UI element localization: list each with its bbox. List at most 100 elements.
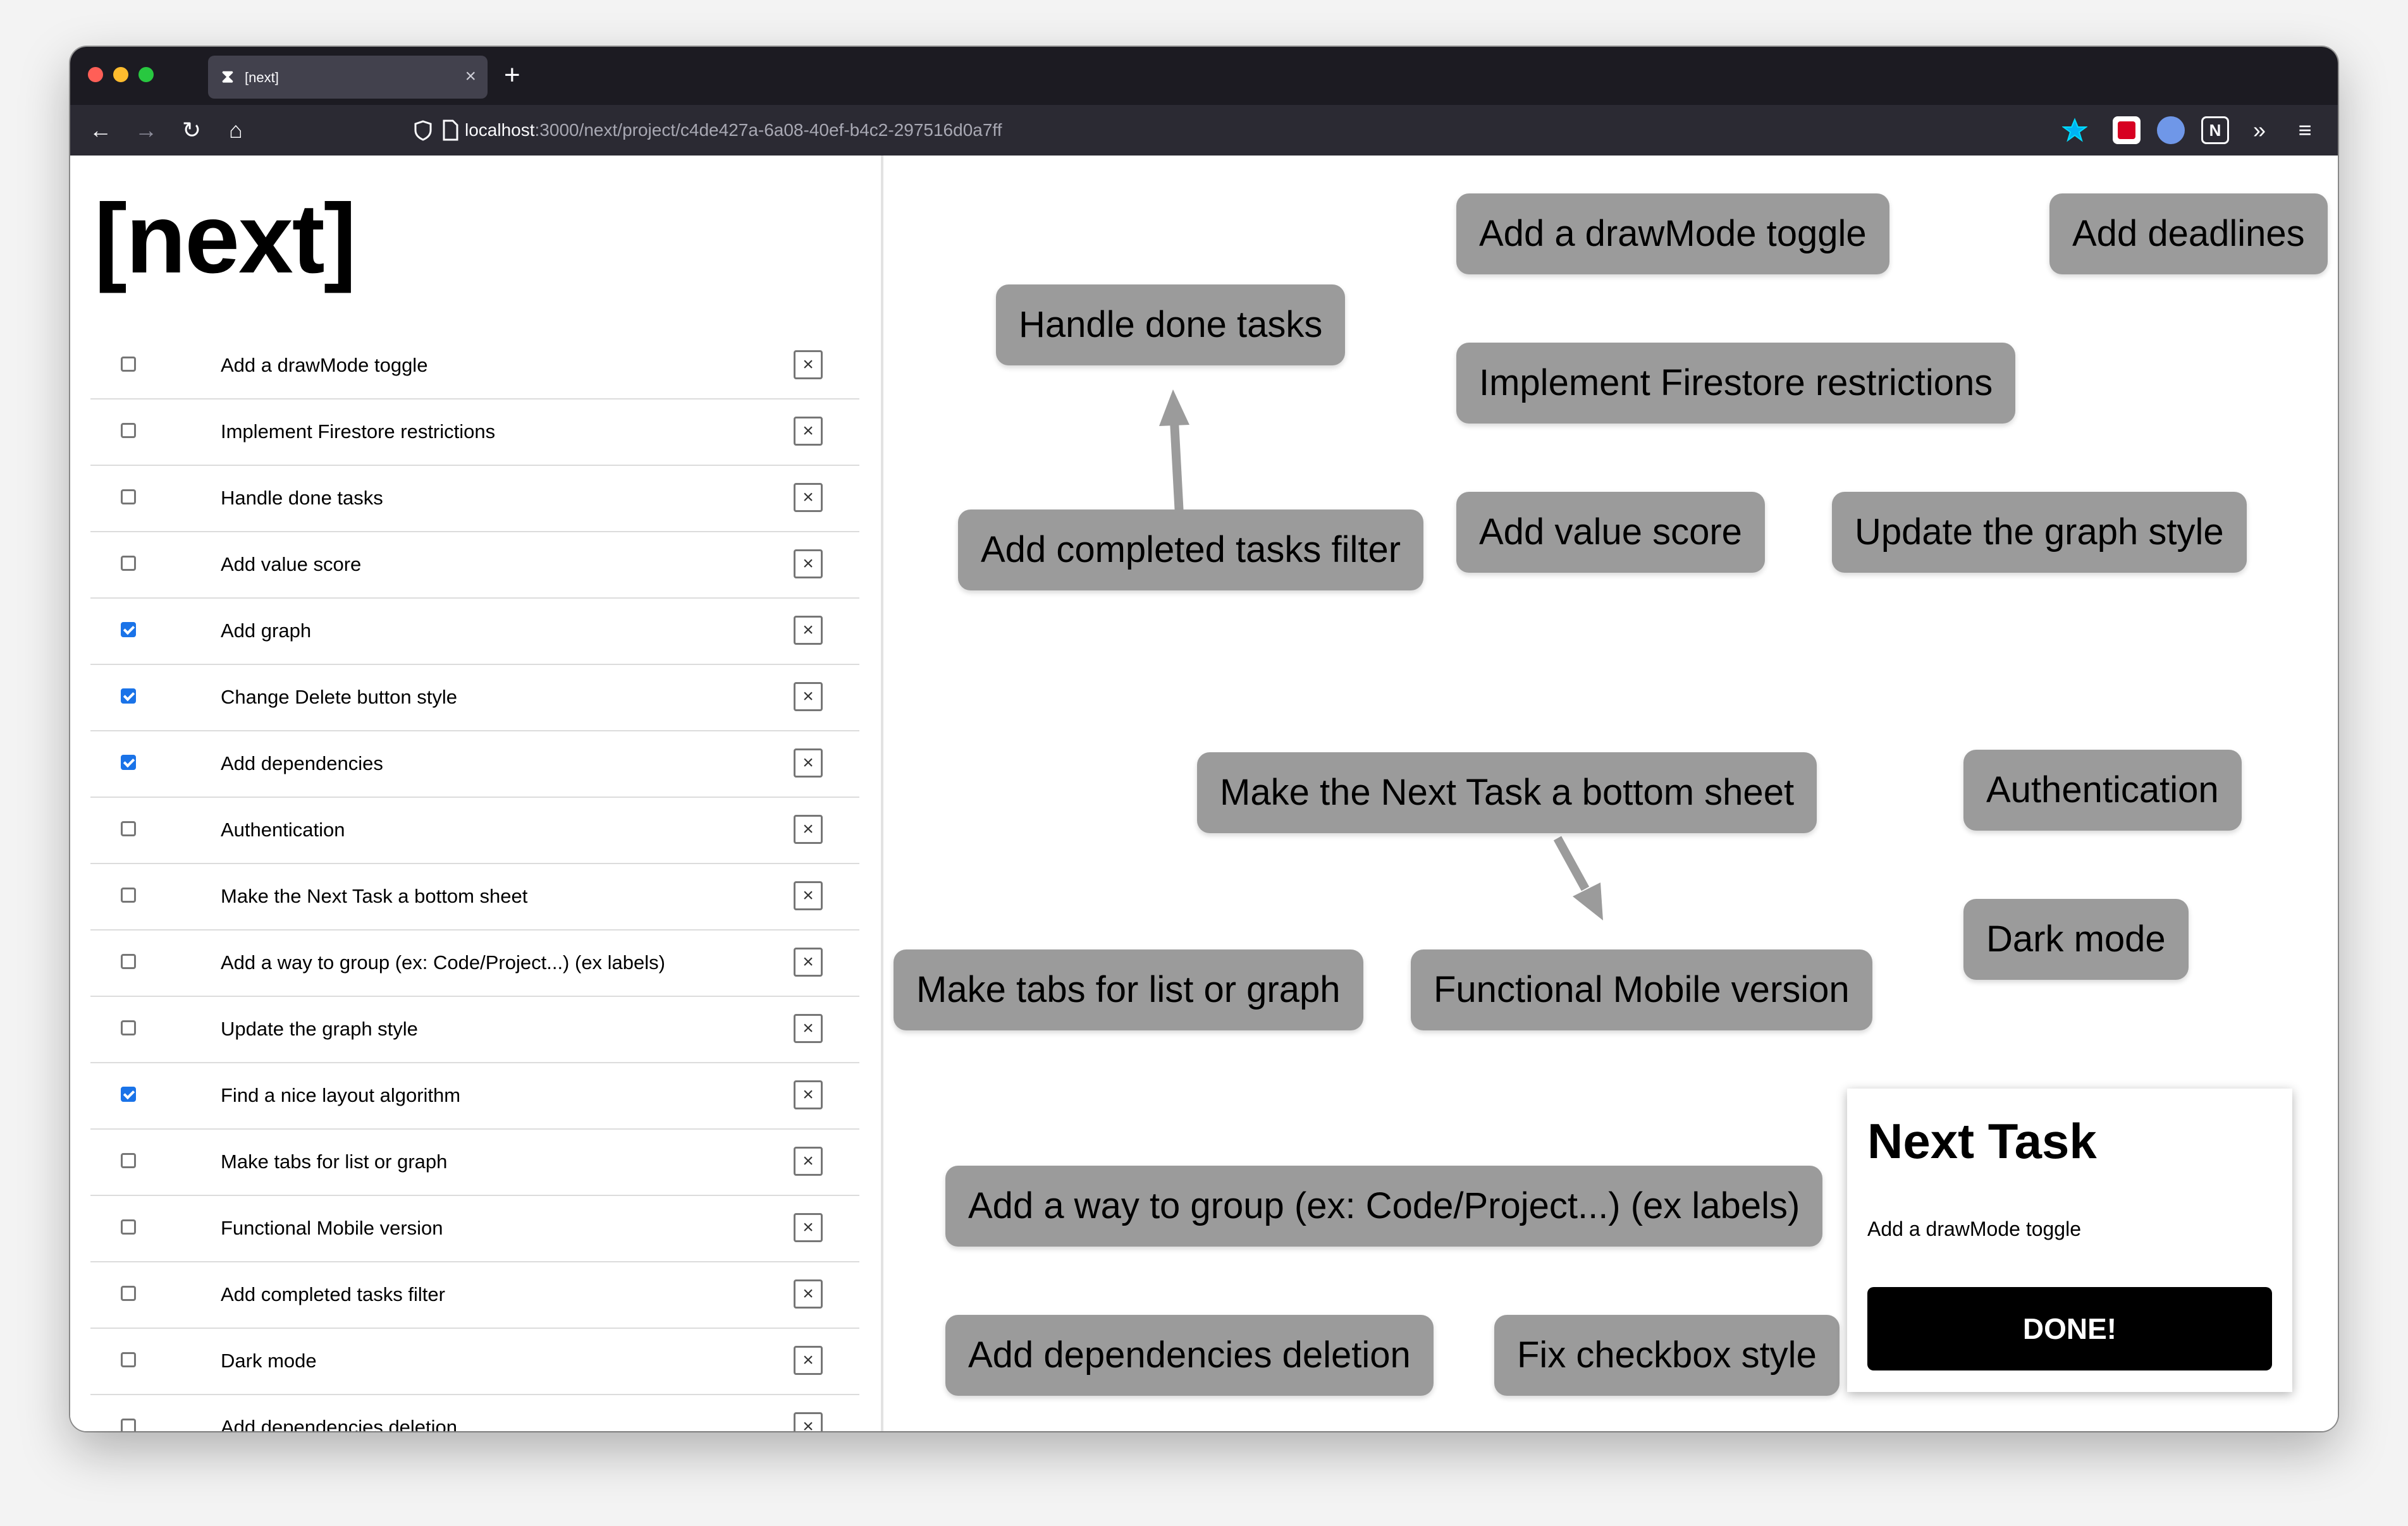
minimize-window-button[interactable] <box>113 67 128 82</box>
task-checkbox[interactable] <box>121 1087 136 1102</box>
task-checkbox[interactable] <box>121 954 136 969</box>
page-content: [next] Add a drawMode toggle × Implement F… <box>70 156 2338 1431</box>
graph-node[interactable]: Update the graph style <box>1832 492 2247 573</box>
task-row: Add a way to group (ex: Code/Project...)… <box>90 930 859 997</box>
task-row: Update the graph style × <box>90 996 859 1063</box>
graph-node[interactable]: Add value score <box>1456 492 1765 573</box>
delete-task-button[interactable]: × <box>794 948 823 977</box>
graph-node[interactable]: Fix checkbox style <box>1494 1315 1840 1396</box>
delete-task-button[interactable]: × <box>794 1014 823 1043</box>
task-checkbox[interactable] <box>121 1286 136 1301</box>
task-checkbox[interactable] <box>121 821 136 836</box>
task-label: Update the graph style <box>221 1018 418 1040</box>
delete-task-button[interactable]: × <box>794 616 823 645</box>
task-label: Dark mode <box>221 1350 317 1372</box>
task-row: Handle done tasks × <box>90 465 859 532</box>
task-checkbox[interactable] <box>121 688 136 704</box>
delete-task-button[interactable]: × <box>794 1213 823 1242</box>
next-task-heading: Next Task <box>1867 1113 2097 1169</box>
delete-task-button[interactable]: × <box>794 1147 823 1176</box>
graph-node[interactable]: Make tabs for list or graph <box>894 949 1363 1030</box>
task-label: Handle done tasks <box>221 487 383 509</box>
graph-node[interactable]: Add dependencies deletion <box>945 1315 1434 1396</box>
delete-task-button[interactable]: × <box>794 417 823 446</box>
done-button[interactable]: DONE! <box>1867 1287 2272 1370</box>
delete-task-button[interactable]: × <box>794 881 823 910</box>
task-label: Find a nice layout algorithm <box>221 1084 461 1106</box>
task-label: Make the Next Task a bottom sheet <box>221 885 528 907</box>
extension-icon[interactable] <box>2113 116 2141 144</box>
close-window-button[interactable] <box>88 67 103 82</box>
browser-window: ⧗ [next] × + ← → ↻ ⌂ localhost:3000/next… <box>70 47 2338 1431</box>
task-label: Add graph <box>221 620 312 642</box>
delete-task-button[interactable]: × <box>794 815 823 844</box>
task-label: Authentication <box>221 819 345 841</box>
shield-icon <box>414 120 432 141</box>
notion-extension-icon[interactable]: N <box>2201 116 2229 144</box>
graph-node[interactable]: Handle done tasks <box>996 284 1346 365</box>
next-task-card: Next Task Add a drawMode toggle DONE! <box>1847 1089 2292 1392</box>
graph-node[interactable]: Add deadlines <box>2049 193 2328 274</box>
task-checkbox[interactable] <box>121 1419 136 1431</box>
home-icon[interactable]: ⌂ <box>221 115 251 145</box>
back-icon[interactable]: ← <box>85 115 116 145</box>
overflow-icon[interactable]: » <box>2244 115 2275 145</box>
menu-icon[interactable]: ≡ <box>2290 115 2320 145</box>
task-checkbox[interactable] <box>121 1352 136 1367</box>
task-label: Add value score <box>221 553 362 575</box>
task-checkbox[interactable] <box>121 556 136 571</box>
delete-task-button[interactable]: × <box>794 549 823 578</box>
tab-title: [next] <box>245 70 279 85</box>
graph-node[interactable]: Functional Mobile version <box>1411 949 1872 1030</box>
app-title: [next] <box>94 184 357 294</box>
task-row: Dark mode × <box>90 1328 859 1395</box>
graph-node[interactable]: Implement Firestore restrictions <box>1456 343 2016 424</box>
task-label: Implement Firestore restrictions <box>221 420 496 443</box>
task-label: Functional Mobile version <box>221 1217 443 1239</box>
delete-task-button[interactable]: × <box>794 1346 823 1375</box>
tab-bar: ⧗ [next] × + <box>70 47 2338 105</box>
graph-node[interactable]: Authentication <box>1963 750 2242 831</box>
task-checkbox[interactable] <box>121 423 136 438</box>
delete-task-button[interactable]: × <box>794 1080 823 1109</box>
new-tab-button[interactable]: + <box>504 59 520 91</box>
graph-node[interactable]: Add completed tasks filter <box>958 510 1424 590</box>
delete-task-button[interactable]: × <box>794 350 823 379</box>
close-tab-icon[interactable]: × <box>465 66 476 87</box>
graph-node[interactable]: Add a way to group (ex: Code/Project...)… <box>945 1166 1823 1247</box>
forward-icon[interactable]: → <box>131 115 161 145</box>
graph-node[interactable]: Add a drawMode toggle <box>1456 193 1889 274</box>
task-checkbox[interactable] <box>121 755 136 770</box>
task-row: Add completed tasks filter × <box>90 1262 859 1329</box>
url-bar[interactable]: localhost:3000/next/project/c4de427a-6a0… <box>412 111 2170 149</box>
graph-node[interactable]: Make the Next Task a bottom sheet <box>1197 752 1817 833</box>
task-row: Implement Firestore restrictions × <box>90 399 859 466</box>
task-checkbox[interactable] <box>121 1020 136 1035</box>
task-checkbox[interactable] <box>121 888 136 903</box>
browser-tab[interactable]: ⧗ [next] × <box>208 56 488 99</box>
delete-task-button[interactable]: × <box>794 483 823 512</box>
graph-node[interactable]: Dark mode <box>1963 899 2189 980</box>
task-row: Add value score × <box>90 532 859 599</box>
task-checkbox[interactable] <box>121 1219 136 1235</box>
url-path: :3000/next/project/c4de427a-6a08-40ef-b4… <box>534 120 1002 140</box>
task-row: Authentication × <box>90 797 859 864</box>
task-list-panel: [next] Add a drawMode toggle × Implement F… <box>70 156 881 1431</box>
url-text: localhost:3000/next/project/c4de427a-6a0… <box>465 120 1002 140</box>
zoom-window-button[interactable] <box>138 67 154 82</box>
page-icon <box>443 119 458 141</box>
delete-task-button[interactable]: × <box>794 1279 823 1309</box>
delete-task-button[interactable]: × <box>794 1412 823 1431</box>
reload-icon[interactable]: ↻ <box>176 115 207 145</box>
task-row: Add dependencies × <box>90 731 859 798</box>
task-checkbox[interactable] <box>121 1153 136 1168</box>
task-checkbox[interactable] <box>121 622 136 637</box>
bookmark-star-icon[interactable] <box>2062 118 2087 143</box>
delete-task-button[interactable]: × <box>794 748 823 778</box>
task-checkbox[interactable] <box>121 489 136 504</box>
extension-icon[interactable] <box>2157 116 2185 144</box>
task-label: Add completed tasks filter <box>221 1283 445 1305</box>
task-row: Find a nice layout algorithm × <box>90 1063 859 1130</box>
task-checkbox[interactable] <box>121 357 136 372</box>
delete-task-button[interactable]: × <box>794 682 823 711</box>
